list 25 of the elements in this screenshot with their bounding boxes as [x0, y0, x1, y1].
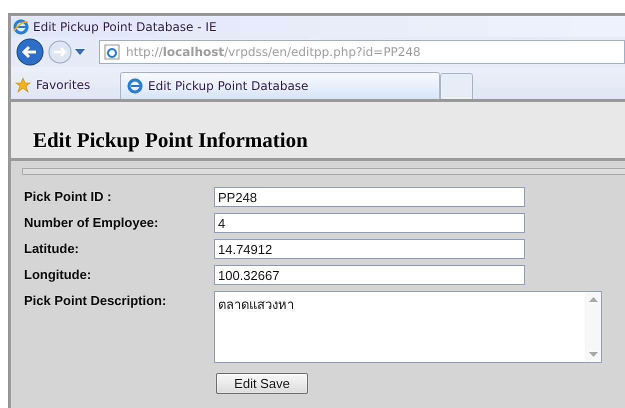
dropdown-icon[interactable]	[75, 49, 85, 55]
browser-logo-icon	[13, 18, 29, 34]
page-heading: Edit Pickup Point Information	[33, 128, 308, 153]
input-field[interactable]: PP248	[214, 187, 525, 207]
browser-tab[interactable]: Edit Pickup Point Database	[120, 72, 440, 99]
input-field[interactable]: 100.32667	[214, 265, 525, 285]
field-label: Pick Point ID :	[24, 188, 112, 206]
star-icon	[15, 77, 31, 93]
browser-logo-icon	[127, 78, 143, 94]
field-label: Longitude:	[24, 266, 92, 284]
field-label: Latitude:	[24, 240, 80, 258]
back-icon[interactable]	[15, 37, 45, 67]
input-field[interactable]: 4	[214, 213, 525, 233]
input-field[interactable]: 14.74912	[214, 239, 525, 259]
window-title: Edit Pickup Point Database - IE	[33, 20, 217, 34]
favorites-button[interactable]: Favorites	[15, 71, 120, 99]
new-tab-button[interactable]	[440, 73, 473, 99]
text-area[interactable]: ตลาดแสวงหา	[214, 291, 602, 363]
scroll-down-icon[interactable]	[588, 352, 598, 357]
field-label: Number of Employee:	[24, 214, 160, 232]
field-label: Pick Point Description:	[24, 292, 168, 310]
edit-save-button[interactable]: Edit Save	[216, 373, 308, 394]
url-text: http://localhost/vrpdss/en/editpp.php?id=PP248	[126, 45, 421, 59]
scroll-up-icon[interactable]	[588, 297, 598, 302]
page-icon	[104, 44, 120, 60]
